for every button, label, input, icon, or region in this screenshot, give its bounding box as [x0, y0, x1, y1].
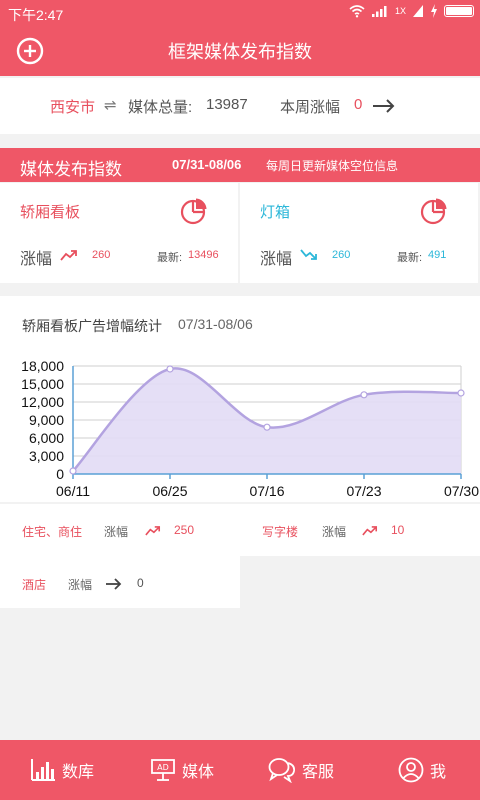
section-date: 07/31-08/06: [172, 157, 242, 172]
page-title: 框架媒体发布指数: [168, 42, 312, 62]
stat-name: 写字楼: [262, 525, 299, 539]
city-summary-row: 西安市 ⇌ 媒体总量: 13987 本周涨幅 0: [0, 78, 480, 134]
x-tick-label: 07/30: [444, 483, 479, 499]
stat-value: 10: [391, 523, 405, 537]
card-name: 轿厢看板: [20, 204, 81, 221]
stats-row: 酒店 涨幅 0: [0, 556, 240, 608]
signal-icon: [371, 6, 387, 17]
latest-label: 最新:: [157, 252, 183, 264]
stat-label: 涨幅: [68, 578, 93, 592]
weekly-value: 0: [354, 96, 363, 113]
y-tick-label: 3,000: [29, 448, 64, 464]
stat-name: 酒店: [22, 578, 47, 592]
stats-row: 住宅、商住 涨幅 250 写字楼 涨幅 10: [0, 504, 480, 556]
data-point: [263, 423, 271, 431]
change-label: 涨幅: [20, 251, 53, 268]
network-type: 1X: [394, 6, 406, 16]
total-label: 媒体总量:: [128, 99, 193, 116]
area-chart: 0 3,000 6,000 9,000 12,000 15,000 18,000 06/11 0…: [21, 358, 479, 499]
nav-item-database[interactable]: 数库: [30, 755, 94, 785]
x-tick-label: 07/23: [346, 483, 381, 499]
battery-icon: [444, 5, 474, 17]
x-tick-label: 07/16: [249, 483, 284, 499]
trend-up-icon: [60, 250, 77, 261]
nav-item-me[interactable]: 我: [398, 755, 446, 785]
bar-chart-icon: [31, 759, 55, 781]
growth-chart-card: 轿厢看板广告增幅统计 07/31-08/06 0 3,000 6,000 9,000 1…: [0, 296, 480, 502]
nav-item-service[interactable]: 客服: [268, 755, 334, 785]
total-value: 13987: [206, 96, 248, 113]
stat-value: 0: [137, 576, 144, 590]
user-icon: [398, 757, 424, 783]
app-bar: 框架媒体发布指数: [0, 26, 480, 76]
arrow-right-icon: [373, 99, 395, 113]
ad-board-icon: AD: [151, 759, 175, 781]
charging-icon: [431, 4, 437, 18]
latest-label: 最新:: [397, 252, 423, 264]
swap-icon[interactable]: ⇌: [104, 96, 117, 114]
latest-value: 491: [428, 249, 447, 261]
change-label: 涨幅: [260, 251, 293, 268]
stat-label: 涨幅: [322, 525, 347, 539]
signal-icon: [413, 5, 423, 17]
trend-up-icon: [145, 526, 161, 536]
stat-value: 250: [174, 523, 195, 537]
arrow-right-icon: [106, 578, 122, 590]
nav-label: 数库: [62, 764, 95, 781]
trend-up-icon: [362, 526, 378, 536]
change-value: 260: [332, 249, 351, 261]
pie-chart-icon[interactable]: [420, 197, 448, 225]
wifi-icon: [349, 5, 365, 18]
trend-down-icon: [300, 249, 317, 260]
data-point: [360, 391, 368, 399]
nav-label: 媒体: [182, 764, 215, 781]
status-bar: 下午2:47 1X: [0, 0, 480, 26]
publish-index-header: 媒体发布指数 07/31-08/06 每周日更新媒体空位信息: [0, 148, 480, 182]
card-name: 灯箱: [260, 204, 291, 221]
bottom-nav: 数库 AD 媒体 客服 我: [0, 740, 480, 800]
stat-label: 涨幅: [104, 525, 129, 539]
status-time: 下午2:47: [8, 7, 64, 23]
y-tick-label: 15,000: [21, 376, 64, 392]
media-card-elevator[interactable]: 轿厢看板 涨幅 260 最新: 13496: [0, 183, 238, 283]
x-tick-label: 06/11: [56, 483, 90, 499]
data-point: [69, 467, 77, 475]
svg-text:AD: AD: [157, 763, 169, 772]
chat-bubbles-icon: [268, 758, 296, 783]
section-note: 每周日更新媒体空位信息: [266, 159, 399, 173]
nav-label: 我: [430, 764, 447, 781]
y-tick-label: 9,000: [29, 412, 64, 428]
y-tick-label: 6,000: [29, 430, 64, 446]
latest-value: 13496: [188, 249, 219, 261]
nav-label: 客服: [302, 764, 335, 781]
y-tick-label: 18,000: [21, 358, 64, 374]
y-tick-label: 0: [56, 466, 64, 482]
weekly-label: 本周涨幅: [280, 99, 341, 116]
section-title: 媒体发布指数: [20, 160, 122, 179]
stat-name: 住宅、商住: [22, 525, 83, 539]
data-point: [166, 365, 174, 373]
media-card-lightbox[interactable]: 灯箱 涨幅 260 最新: 491: [240, 183, 478, 283]
pie-chart-icon[interactable]: [180, 197, 208, 225]
city-selector[interactable]: 西安市: [50, 96, 95, 117]
status-icons: 1X: [349, 4, 474, 18]
x-tick-label: 06/25: [152, 483, 187, 499]
nav-item-media[interactable]: AD 媒体: [150, 755, 214, 785]
change-value: 260: [92, 249, 111, 261]
data-point: [457, 389, 465, 397]
y-tick-label: 12,000: [21, 394, 64, 410]
